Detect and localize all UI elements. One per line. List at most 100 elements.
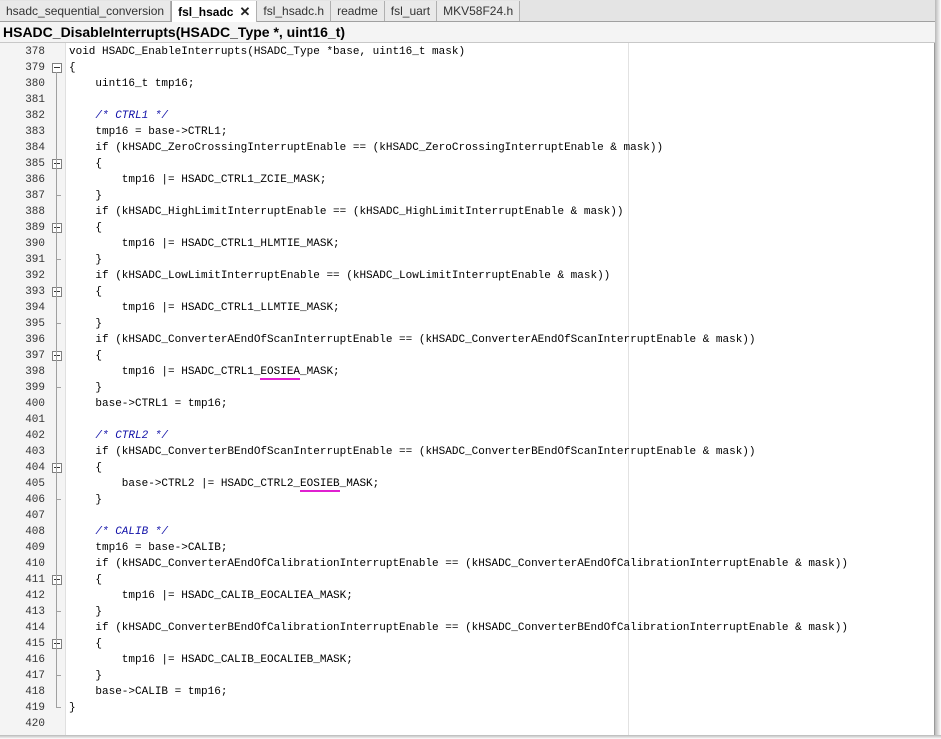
code-text: tmp16 = base->CALIB; [69,542,228,554]
line-number: 417 [25,670,45,682]
fold-collapse-icon[interactable] [52,463,62,473]
tab-fsl-hsadc[interactable]: fsl_hsadc ✕ [171,1,258,22]
code-line: 385 { [0,156,934,172]
line-number: 413 [25,606,45,618]
line-number: 418 [25,686,45,698]
code-line: 391 } [0,252,934,268]
code-line: 399 } [0,380,934,396]
tab-hsadc-sequential-conversion[interactable]: hsadc_sequential_conversion [0,1,172,21]
line-number: 397 [25,350,45,362]
code-text: { [69,462,103,474]
code-comment: /* CTRL2 */ [69,430,169,442]
tab-label: fsl_uart [390,4,431,18]
line-number: 416 [25,654,45,666]
code-line: 378 void HSADC_EnableInterrupts(HSADC_Typ… [0,44,934,60]
code-text: base->CTRL1 = tmp16; [69,398,228,410]
fold-collapse-icon[interactable] [52,351,62,361]
line-number: 389 [25,222,45,234]
line-number: 383 [25,126,45,138]
line-number: 387 [25,190,45,202]
code-text: void HSADC_EnableInterrupts(HSADC_Type *… [69,46,466,58]
fold-collapse-icon[interactable] [52,639,62,649]
code-line: 406 } [0,492,934,508]
line-number: 384 [25,142,45,154]
code-text: } [69,702,76,714]
code-line: 401 [0,412,934,428]
code-line: 412 tmp16 |= HSADC_CALIB_EOCALIEA_MASK; [0,588,934,604]
line-number: 395 [25,318,45,330]
tab-fsl-hsadc-h[interactable]: fsl_hsadc.h [257,1,332,21]
line-number: 402 [25,430,45,442]
fold-collapse-icon[interactable] [52,63,62,73]
code-line: 408 /* CALIB */ [0,524,934,540]
line-number: 419 [25,702,45,714]
code-line: 397 { [0,348,934,364]
close-icon[interactable]: ✕ [239,2,250,22]
fold-collapse-icon[interactable] [52,223,62,233]
fold-collapse-icon[interactable] [52,287,62,297]
code-text: if (kHSADC_ZeroCrossingInterruptEnable =… [69,142,664,154]
fold-guide-line [56,72,57,706]
tab-readme[interactable]: readme [331,1,385,21]
code-text: if (kHSADC_ConverterBEndOfCalibrationInt… [69,622,848,634]
code-line: 384 if (kHSADC_ZeroCrossingInterruptEnab… [0,140,934,156]
line-number: 392 [25,270,45,282]
code-line: 415 { [0,636,934,652]
line-number: 405 [25,478,45,490]
tab-label: hsadc_sequential_conversion [6,4,165,18]
line-number: 404 [25,462,45,474]
code-text: { [69,62,76,74]
code-text: if (kHSADC_ConverterAEndOfScanInterruptE… [69,334,756,346]
code-line: 405 base->CTRL2 |= HSADC_CTRL2_EOSIEB_MA… [0,476,934,492]
code-text: } [69,494,103,506]
line-number: 414 [25,622,45,634]
code-text: if (kHSADC_ConverterAEndOfCalibrationInt… [69,558,848,570]
code-line: 387 } [0,188,934,204]
code-comment: /* CALIB */ [69,526,169,538]
tab-fsl-uart[interactable]: fsl_uart [384,1,438,21]
code-line: 382 /* CTRL1 */ [0,108,934,124]
code-text: if (kHSADC_LowLimitInterruptEnable == (k… [69,270,611,282]
line-number: 379 [25,62,45,74]
line-number: 382 [25,110,45,122]
code-line: 390 tmp16 |= HSADC_CTRL1_HLMTIE_MASK; [0,236,934,252]
code-text: { [69,222,103,234]
line-number: 393 [25,286,45,298]
code-text: } [69,318,103,330]
code-line: 402 /* CTRL2 */ [0,428,934,444]
line-number: 386 [25,174,45,186]
code-text: } [69,190,103,202]
current-function-label: HSADC_DisableInterrupts(HSADC_Type *, ui… [3,24,346,40]
code-text: } [69,606,103,618]
code-line: 379 { [0,60,934,76]
tab-label: fsl_hsadc [178,4,234,19]
line-number: 385 [25,158,45,170]
code-text: tmp16 |= HSADC_CTRL1_LLMTIE_MASK; [69,302,340,314]
line-number: 401 [25,414,45,426]
line-number: 409 [25,542,45,554]
line-number: 410 [25,558,45,570]
code-line: 393 { [0,284,934,300]
tab-label: readme [337,4,378,18]
tab-mkv58f24-h[interactable]: MKV58F24.h [437,1,521,21]
fold-collapse-icon[interactable] [52,159,62,169]
line-number: 406 [25,494,45,506]
line-number: 403 [25,446,45,458]
code-text: base->CALIB = tmp16; [69,686,228,698]
tab-label: fsl_hsadc.h [263,4,325,18]
code-line: 414 if (kHSADC_ConverterBEndOfCalibratio… [0,620,934,636]
code-text: { [69,638,103,650]
fold-collapse-icon[interactable] [52,575,62,585]
code-text: { [69,574,103,586]
line-number: 396 [25,334,45,346]
code-line: 400 base->CTRL1 = tmp16; [0,396,934,412]
code-editor[interactable]: 378 void HSADC_EnableInterrupts(HSADC_Typ… [0,43,935,735]
function-navigation-bar[interactable]: HSADC_DisableInterrupts(HSADC_Type *, ui… [0,22,935,43]
line-number: 398 [25,366,45,378]
code-comment: /* CTRL1 */ [69,110,169,122]
code-text: } [69,670,103,682]
code-line: 394 tmp16 |= HSADC_CTRL1_LLMTIE_MASK; [0,300,934,316]
code-line: 389 { [0,220,934,236]
code-line: 420 [0,716,934,732]
code-text: } [69,382,103,394]
